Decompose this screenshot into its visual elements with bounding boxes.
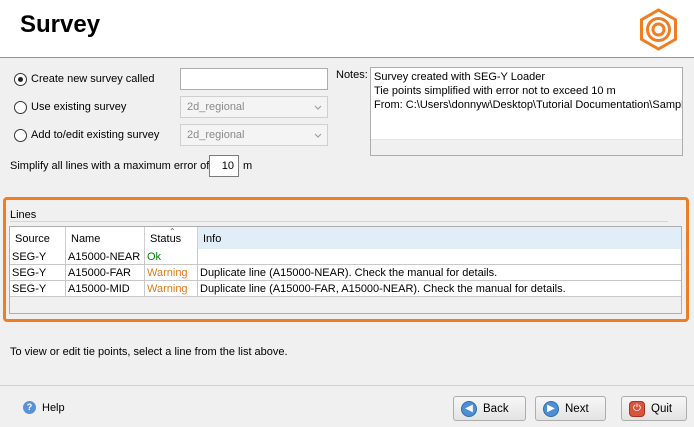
cell-source: SEG-Y: [10, 265, 66, 281]
notes-line: Survey created with SEG-Y Loader: [374, 71, 545, 83]
radio-add-edit[interactable]: [14, 128, 27, 142]
chevron-down-icon: [314, 105, 322, 110]
add-edit-label: Add to/edit existing survey: [31, 129, 160, 141]
existing-survey-select[interactable]: 2d_regional: [180, 96, 328, 118]
chevron-down-icon: [314, 133, 322, 138]
sort-ascending-icon: ⌃: [169, 227, 176, 236]
table-row[interactable]: SEG-Y A15000-NEAR Ok: [10, 249, 681, 265]
add-edit-survey-value: 2d_regional: [187, 129, 245, 141]
simplify-label: Simplify all lines with a maximum error …: [10, 160, 210, 172]
cell-name: A15000-MID: [66, 281, 145, 297]
cell-info: [198, 249, 681, 265]
simplify-error-input[interactable]: 10: [209, 155, 239, 177]
add-edit-survey-select[interactable]: 2d_regional: [180, 124, 328, 146]
next-label: Next: [565, 402, 589, 415]
next-button[interactable]: ▶ Next: [535, 396, 606, 421]
back-button[interactable]: ◀ Back: [453, 396, 526, 421]
app-logo-icon: [640, 8, 677, 51]
use-existing-survey-option[interactable]: Use existing survey: [14, 98, 126, 116]
simplify-unit: m: [243, 160, 253, 172]
cell-name: A15000-NEAR: [66, 249, 145, 265]
power-icon: ⏻: [629, 400, 645, 417]
hint-text: To view or edit tie points, select a lin…: [10, 346, 288, 358]
table-header: Source Name Status ⌃ Info: [10, 227, 681, 249]
quit-button[interactable]: ⏻ Quit: [621, 396, 687, 421]
radio-create-new[interactable]: [14, 72, 27, 86]
lines-divider: [10, 221, 668, 222]
new-survey-name-input[interactable]: [180, 68, 328, 90]
cell-status: Warning: [145, 265, 198, 281]
notes-horizontal-scrollbar[interactable]: [371, 139, 682, 155]
cell-name: A15000-FAR: [66, 265, 145, 281]
column-header-info[interactable]: Info: [198, 227, 681, 249]
header-divider: [0, 57, 694, 58]
column-header-name[interactable]: Name: [66, 227, 145, 249]
arrow-right-icon: ▶: [543, 400, 559, 417]
cell-status: Warning: [145, 281, 198, 297]
cell-source: SEG-Y: [10, 281, 66, 297]
notes-line: Tie points simplified with error not to …: [374, 85, 616, 97]
arrow-left-icon: ◀: [461, 400, 477, 417]
cell-info: Duplicate line (A15000-FAR, A15000-NEAR)…: [200, 283, 566, 295]
add-edit-survey-option[interactable]: Add to/edit existing survey: [14, 126, 159, 144]
quit-label: Quit: [651, 402, 673, 415]
page-title: Survey: [20, 11, 101, 38]
help-icon: ?: [23, 401, 36, 414]
column-header-source[interactable]: Source: [10, 227, 66, 249]
cell-info: Duplicate line (A15000-NEAR). Check the …: [200, 267, 498, 279]
table-row[interactable]: SEG-Y A15000-FAR Warning Duplicate line …: [10, 265, 681, 281]
help-label: Help: [42, 401, 65, 414]
cell-source: SEG-Y: [10, 249, 66, 265]
existing-survey-value: 2d_regional: [187, 101, 245, 113]
notes-line: From: C:\Users\donnyw\Desktop\Tutorial D…: [374, 99, 683, 111]
radio-use-existing[interactable]: [14, 100, 27, 114]
use-existing-label: Use existing survey: [31, 101, 127, 113]
help-link[interactable]: ? Help: [23, 401, 65, 414]
cell-status: Ok: [145, 249, 198, 265]
notes-label: Notes:: [336, 69, 368, 81]
table-row[interactable]: SEG-Y A15000-MID Warning Duplicate line …: [10, 281, 681, 297]
footer-divider: [0, 385, 694, 386]
header: Survey: [0, 0, 694, 58]
create-new-label: Create new survey called: [31, 73, 155, 85]
back-label: Back: [483, 402, 509, 415]
create-new-survey-option[interactable]: Create new survey called: [14, 70, 155, 88]
lines-section-label: Lines: [10, 209, 37, 221]
lines-table[interactable]: Source Name Status ⌃ Info SEG-Y A15000-N…: [9, 226, 682, 314]
